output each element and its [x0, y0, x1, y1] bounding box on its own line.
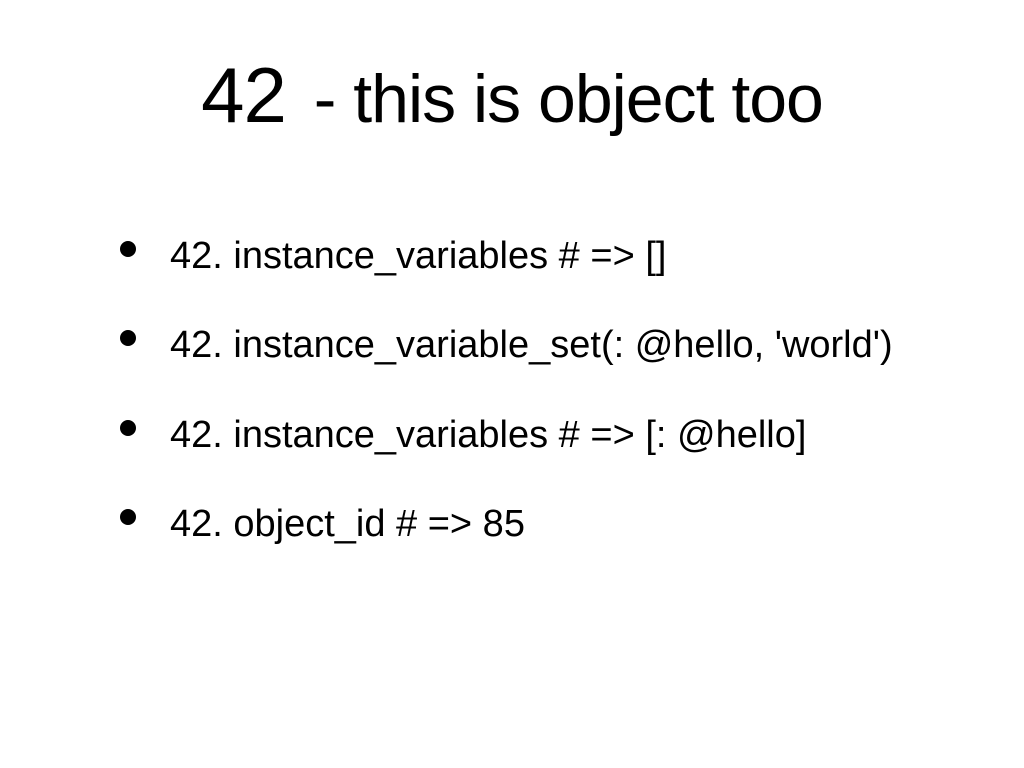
bullet-list: 42. instance_variables # => [] 42. insta…: [80, 231, 944, 550]
bullet-text: 42. instance_variables # => [: @hello]: [170, 414, 806, 456]
bullet-text: 42. instance_variables # => []: [170, 235, 666, 277]
list-item: 42. instance_variables # => []: [120, 231, 944, 282]
list-item: 42. object_id # => 85: [120, 499, 944, 550]
bullet-text: 42. instance_variable_set(: @hello, 'wor…: [170, 324, 893, 366]
bullet-text: 42. object_id # => 85: [170, 503, 525, 545]
list-item: 42. instance_variable_set(: @hello, 'wor…: [120, 320, 944, 371]
slide-title: 42 - this is object too: [80, 50, 944, 141]
slide-title-number: 42: [201, 51, 286, 139]
list-item: 42. instance_variables # => [: @hello]: [120, 410, 944, 461]
slide-title-rest: - this is object too: [296, 61, 823, 137]
